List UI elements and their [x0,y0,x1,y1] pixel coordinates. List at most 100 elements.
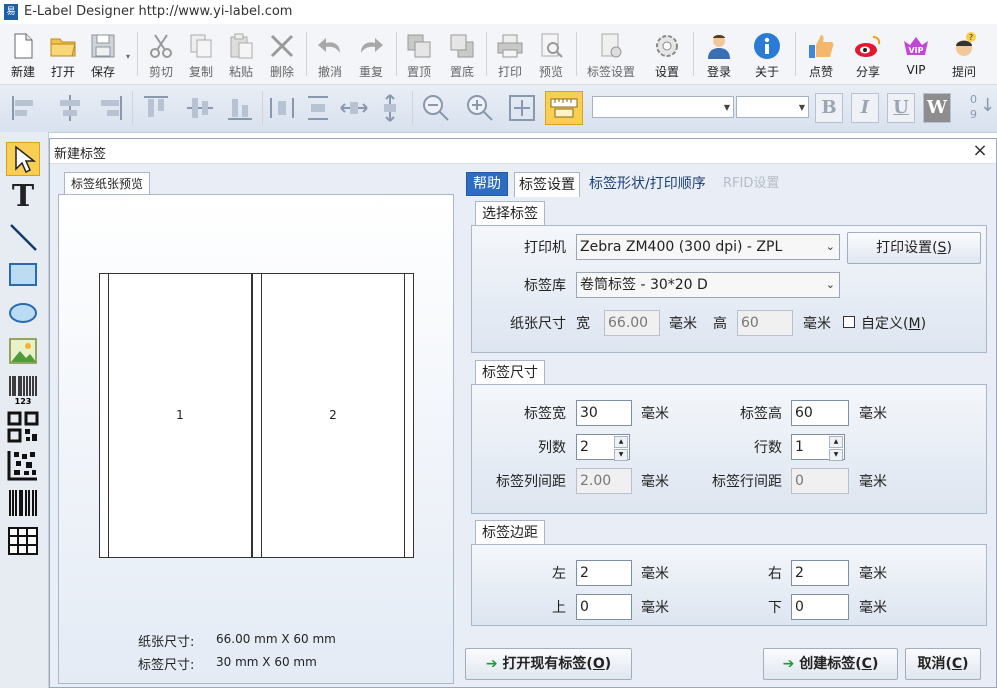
margin-right-input[interactable]: 2 [791,560,849,586]
pdf417-tool-icon[interactable] [6,486,40,520]
paper-width-field: 66.00 [604,310,660,336]
arrow-right-icon: ➔ [485,656,498,672]
arrow-down-icon: ↓ [980,95,996,116]
stepper-down-icon[interactable]: ▼ [829,449,843,461]
sort-order-button[interactable]: 0 9 ↓ [968,93,996,125]
zoom-in-icon[interactable] [464,92,496,124]
save-button[interactable]: 保存 [82,26,124,82]
image-tool-icon[interactable] [6,334,40,368]
rows-stepper[interactable]: 1 ▲ ▼ [791,434,845,461]
label-margin-group: 左 2 毫米 右 2 毫米 上 0 毫米 下 0 毫米 [471,544,987,626]
distribute-vertical-icon[interactable] [302,92,334,124]
weibo-share-icon [855,36,881,57]
print-settings-button[interactable]: 打印设置(S) [847,232,981,264]
stepper-up-icon[interactable]: ▲ [829,436,843,448]
paper-preview-panel: 1 2 纸张尺寸: 66.00 mm X 60 mm 标签尺寸: 30 mm X… [58,194,454,684]
share-button[interactable]: 分享 [847,26,889,82]
paper-size-info: 纸张尺寸: 66.00 mm X 60 mm [138,632,336,650]
undo-button[interactable]: 撤消 [309,26,351,82]
stepper-up-icon[interactable]: ▲ [614,436,628,448]
paste-button[interactable]: 粘贴 [220,26,262,82]
login-button[interactable]: 登录 [698,26,740,82]
copy-icon [190,34,212,58]
margin-top-input[interactable]: 0 [576,594,632,620]
custom-size-label: 自定义(M) [861,316,927,332]
open-existing-label-button[interactable]: ➔ 打开现有标签(O) [465,648,632,680]
printer-select[interactable]: Zebra ZM400 (300 dpi) - ZPL ⌄ [576,234,840,260]
preview-tab[interactable]: 标签纸张预览 [64,172,151,195]
stepper-down-icon[interactable]: ▼ [614,449,628,461]
pointer-arrow-icon [15,145,37,174]
svg-text:123: 123 [15,397,32,406]
same-width-icon[interactable] [338,92,370,124]
word-wrap-button[interactable]: W [923,93,951,123]
create-label-button[interactable]: ➔ 创建标签(C) [763,648,898,680]
align-bottom-icon[interactable] [224,92,256,124]
bring-to-front-button[interactable]: 置顶 [398,26,440,82]
underline-button[interactable]: U [887,93,915,123]
bold-button[interactable]: B [815,93,843,123]
open-button[interactable]: 打开 [42,26,84,82]
print-button[interactable]: 打印 [489,26,531,82]
thumbs-up-icon [809,35,834,58]
align-middle-icon[interactable] [184,92,216,124]
align-left-icon[interactable] [8,92,40,124]
select-label-group: 打印机 Zebra ZM400 (300 dpi) - ZPL ⌄ 打印设置(S… [471,225,987,353]
barcode-tool-icon[interactable]: 123 [6,372,40,406]
rectangle-tool-icon[interactable] [6,258,40,292]
same-height-icon[interactable] [374,92,406,124]
align-top-icon[interactable] [140,92,172,124]
chevron-down-icon: ▼ [723,103,730,112]
text-tool-icon[interactable]: T [6,180,40,214]
copy-button[interactable]: 复制 [180,26,222,82]
columns-stepper[interactable]: 2 ▲ ▼ [576,434,630,461]
new-button[interactable]: 新建 [2,26,44,82]
close-icon[interactable]: × [970,140,990,161]
font-family-select[interactable]: ▼ [592,96,734,118]
cut-button[interactable]: 剪切 [140,26,182,82]
tab-label-settings[interactable]: 标签设置 [514,172,580,197]
label-width-input[interactable]: 30 [576,400,632,426]
margin-left-input[interactable]: 2 [576,560,632,586]
settings-button[interactable]: 设置 [646,26,688,82]
about-button[interactable]: 关于 [746,26,788,82]
vip-crown-icon: VIP [904,37,928,55]
distribute-horizontal-icon[interactable] [266,92,298,124]
save-dropdown-icon[interactable]: ▾ [126,52,130,61]
label-settings-button[interactable]: 标签设置 [585,26,637,82]
tab-shape-print-order[interactable]: 标签形状/打印顺序 [585,172,710,196]
like-button[interactable]: 点赞 [800,26,842,82]
custom-size-checkbox[interactable] [843,316,855,328]
redo-button[interactable]: 重复 [350,26,392,82]
delete-button[interactable]: 删除 [261,26,303,82]
ask-button[interactable]: ? 提问 [943,26,985,82]
vip-button[interactable]: VIP VIP [895,26,937,82]
preview-button[interactable]: 预览 [530,26,572,82]
zoom-out-icon[interactable] [420,92,452,124]
ruler-toggle-button[interactable] [545,91,583,125]
italic-button[interactable]: I [851,93,879,123]
bring-front-icon [407,34,431,58]
align-right-icon[interactable] [94,92,126,124]
window-title: E-Label Designer http://www.yi-label.com [24,4,293,19]
datamatrix-tool-icon[interactable] [6,448,40,482]
user-login-icon [708,35,730,59]
qr-code-tool-icon[interactable] [6,410,40,444]
tab-help[interactable]: 帮助 [466,172,508,196]
paper-right-margin [404,273,414,558]
line-tool-icon[interactable] [6,220,40,254]
font-size-select[interactable]: ▼ [736,96,809,118]
margin-bottom-input[interactable]: 0 [791,594,849,620]
paste-clipboard-icon [230,33,253,59]
tool-palette: T 123 [0,132,49,688]
cancel-button[interactable]: 取消(C) [905,648,981,680]
align-center-horizontal-icon[interactable] [54,92,86,124]
title-bar: 易 E-Label Designer http://www.yi-label.c… [0,0,997,24]
select-tool[interactable] [6,142,40,176]
send-to-back-button[interactable]: 置底 [441,26,483,82]
label-library-select[interactable]: 卷筒标签 - 30*20 D ⌄ [576,272,840,298]
fit-to-window-icon[interactable] [506,92,538,124]
label-height-input[interactable]: 60 [791,400,849,426]
table-tool-icon[interactable] [6,524,40,558]
ellipse-tool-icon[interactable] [6,296,40,330]
